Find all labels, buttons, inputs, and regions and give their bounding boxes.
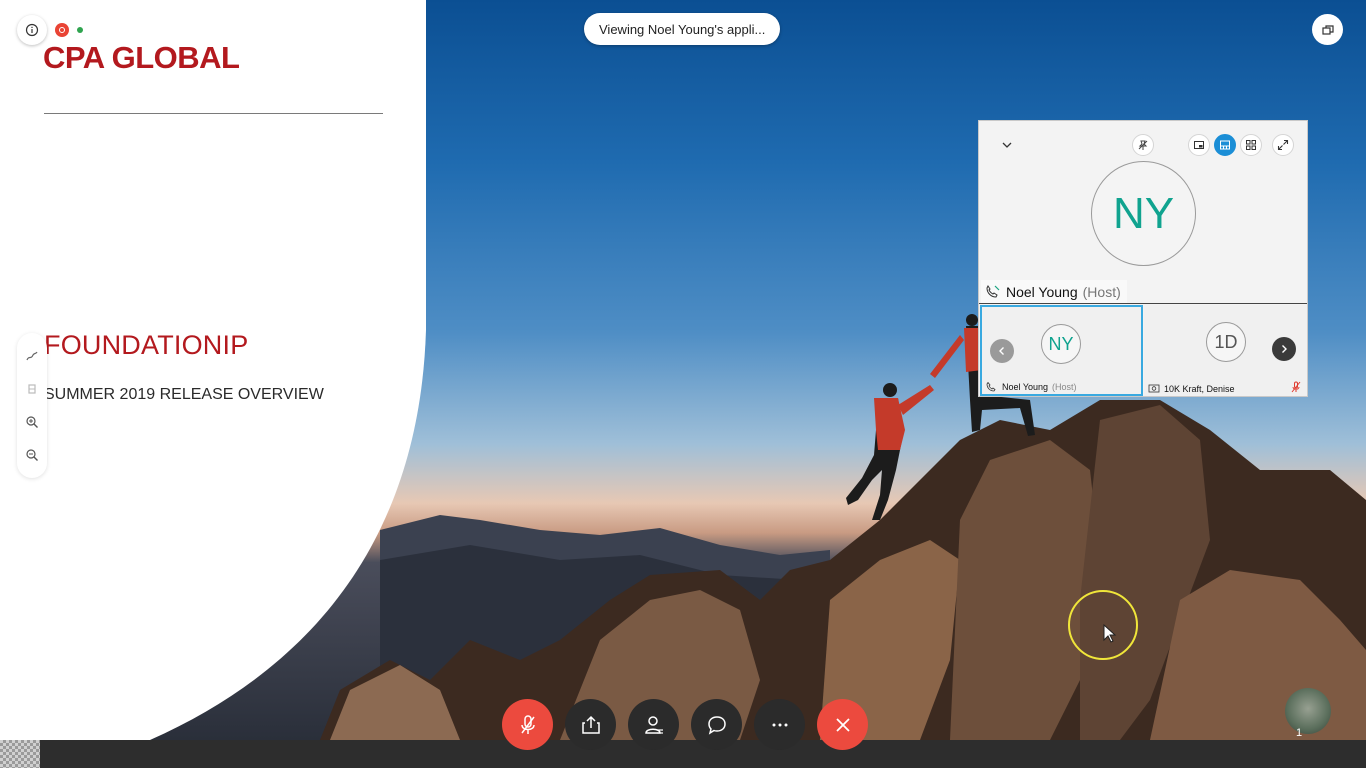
panel-divider [979, 303, 1307, 304]
close-icon [835, 717, 850, 732]
filmstrip-view-button[interactable] [1214, 134, 1236, 156]
share-icon [581, 715, 600, 734]
next-participants-button[interactable] [1272, 337, 1296, 361]
participant-thumbnail[interactable]: 1D 10K Kraft, Denise [1144, 305, 1307, 396]
slide-subtitle: SUMMER 2019 RELEASE OVERVIEW [44, 386, 324, 403]
mouse-pointer-icon [1103, 624, 1117, 643]
slide-white-shape [0, 0, 426, 740]
self-view-avatar[interactable] [1285, 688, 1331, 734]
self-view-count: 1 [1296, 727, 1303, 739]
sharing-status-text: Viewing Noel Young's appli... [599, 21, 766, 37]
collapse-panel-button[interactable] [996, 134, 1018, 156]
grid-view-button[interactable] [1240, 134, 1262, 156]
eraser-icon [28, 384, 36, 394]
presentation-slide: CPA GLOBAL FOUNDATIONIP SUMMER 2019 RELE… [0, 0, 430, 740]
participant-video-panel: NY Noel Young (Host) NY Noel Young (Host… [978, 120, 1308, 397]
zoom-out-icon [26, 449, 38, 462]
microphone-muted-icon [520, 714, 535, 734]
zoom-in-icon [26, 416, 38, 429]
chevron-left-icon [999, 347, 1004, 355]
more-icon [772, 723, 787, 726]
participant-label: Noel Young (Host) [986, 382, 1077, 392]
transparency-pattern [0, 740, 40, 768]
chevron-right-icon [1282, 345, 1287, 353]
zoom-out-button[interactable] [23, 446, 41, 464]
slide-product-title: FOUNDATIONIP [44, 330, 249, 360]
slide-divider [44, 113, 383, 114]
active-speaker-avatar: NY [1091, 161, 1196, 266]
muted-microphone-icon [1291, 381, 1301, 393]
picture-in-picture-button[interactable] [1188, 134, 1210, 156]
participant-avatar: NY [1041, 324, 1081, 364]
more-options-button[interactable] [754, 699, 805, 750]
picture-in-picture-icon [1194, 141, 1204, 149]
chat-button[interactable] [691, 699, 742, 750]
pin-button[interactable] [1132, 134, 1154, 156]
leave-meeting-button[interactable] [817, 699, 868, 750]
chevron-down-icon [1002, 142, 1012, 148]
computer-audio-icon [1148, 384, 1160, 393]
grid-view-icon [1246, 140, 1256, 150]
previous-participants-button[interactable] [990, 339, 1014, 363]
recording-icon[interactable] [55, 23, 69, 37]
unmute-button[interactable] [502, 699, 553, 750]
restore-window-icon [1321, 24, 1334, 35]
annotation-toolbar [17, 333, 47, 478]
participant-label: 10K Kraft, Denise [1148, 384, 1235, 394]
restore-window-button[interactable] [1312, 14, 1343, 45]
zoom-in-button[interactable] [23, 413, 41, 431]
chat-icon [707, 715, 726, 735]
participant-thumbnail[interactable]: NY Noel Young (Host) [980, 305, 1143, 396]
connection-status-icon [77, 27, 83, 33]
brand-logo-text: CPA GLOBAL [43, 40, 240, 75]
filmstrip-view-icon [1220, 140, 1230, 150]
participant-name: Noel Young [1002, 382, 1049, 392]
eraser-tool-button[interactable] [23, 380, 41, 398]
fullscreen-button[interactable] [1272, 134, 1294, 156]
info-icon [25, 23, 39, 37]
active-speaker-initials: NY [1112, 188, 1175, 238]
participant-avatar: 1D [1206, 322, 1246, 362]
sharing-status-toast[interactable]: Viewing Noel Young's appli... [584, 13, 781, 45]
participant-initials: 1D [1214, 331, 1238, 352]
participant-role: (Host) [1052, 382, 1077, 392]
active-speaker-role: (Host) [1082, 284, 1121, 300]
pen-icon [26, 351, 38, 360]
participant-initials: NY [1048, 333, 1074, 354]
pen-tool-button[interactable] [23, 347, 41, 365]
participant-name: 10K Kraft, Denise [1164, 384, 1235, 394]
phone-audio-icon [986, 285, 1000, 298]
info-button[interactable] [17, 15, 47, 45]
phone-audio-icon [986, 382, 996, 392]
top-left-controls [17, 15, 83, 45]
active-speaker-name: Noel Young [1006, 284, 1078, 300]
meeting-control-bar [502, 699, 868, 750]
participants-button[interactable] [628, 699, 679, 750]
share-content-button[interactable] [565, 699, 616, 750]
expand-icon [1277, 139, 1289, 151]
participants-icon [644, 715, 663, 734]
active-speaker-label: Noel Young (Host) [981, 280, 1127, 304]
pin-icon [1138, 140, 1148, 150]
